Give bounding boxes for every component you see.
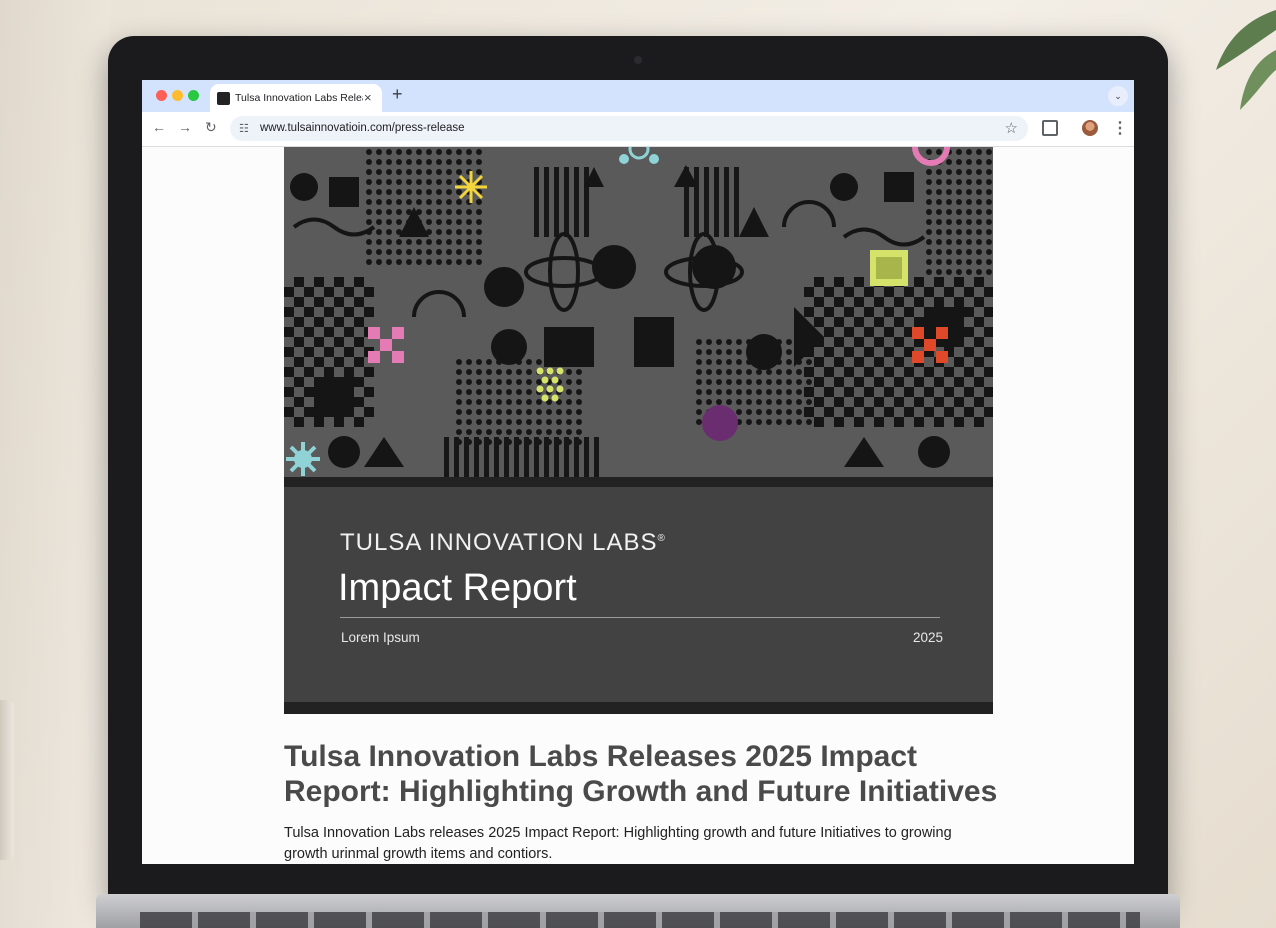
forward-arrow-icon[interactable]: → (178, 119, 192, 135)
profile-avatar[interactable] (1082, 120, 1098, 136)
site-info-icon[interactable]: ☷ (239, 122, 249, 135)
site-favicon-icon (217, 92, 230, 105)
webcam (634, 56, 642, 64)
minimize-window-button[interactable] (172, 90, 183, 101)
bookmark-star-icon[interactable]: ☆ (1005, 119, 1018, 137)
browser-toolbar: ← → ↻ ☷ www.tulsainnovatioin.com/press-r… (142, 112, 1134, 147)
tab-title: Tulsa Innovation Labs Releas (235, 92, 363, 104)
plant-leaves (1216, 10, 1276, 110)
article-lede: Tulsa Innovation Labs releases 2025 Impa… (284, 825, 952, 862)
report-cover-panel: TULSA INNOVATION LABS® Impact Report Lor… (284, 487, 993, 702)
desk-background (0, 0, 110, 928)
cover-brand-text: TULSA INNOVATION LABS (340, 529, 658, 556)
url-text: www.tulsainnovatioin.com/press-release (260, 122, 465, 134)
maximize-window-button[interactable] (188, 90, 199, 101)
menu-kebab-icon[interactable]: ⋮ (1112, 118, 1128, 138)
tab-bar: Tulsa Innovation Labs Releas × + ⌄ (142, 80, 1134, 112)
registered-mark: ® (657, 533, 666, 544)
page-content: TULSA INNOVATION LABS® Impact Report Lor… (142, 147, 1134, 864)
cover-divider (340, 617, 940, 618)
cover-brand: TULSA INNOVATION LABS® (340, 529, 666, 557)
back-arrow-icon[interactable]: ← (152, 119, 166, 135)
tab-close-icon[interactable]: × (364, 90, 372, 105)
cover-year: 2025 (913, 630, 944, 645)
new-tab-button[interactable]: + (392, 84, 403, 105)
mug (0, 700, 14, 860)
reload-icon[interactable]: ↻ (205, 119, 217, 136)
tab-search-chevron-icon[interactable]: ⌄ (1108, 86, 1128, 106)
tab-active[interactable]: Tulsa Innovation Labs Releas × (210, 84, 382, 112)
address-bar[interactable]: ☷ www.tulsainnovatioin.com/press-release… (230, 116, 1028, 141)
browser-window: Tulsa Innovation Labs Releas × + ⌄ ← → ↻… (142, 80, 1134, 864)
hero-image: TULSA INNOVATION LABS® Impact Report Lor… (284, 147, 993, 714)
cover-subtitle: Lorem Ipsum (341, 630, 420, 645)
cover-title: Impact Report (338, 567, 577, 609)
keyboard (140, 912, 1140, 928)
geometric-icon-pattern (284, 147, 993, 477)
extensions-puzzle-icon[interactable] (1042, 120, 1058, 136)
close-window-button[interactable] (156, 90, 167, 101)
article-headline: Tulsa Innovation Labs Releases 2025 Impa… (284, 740, 998, 808)
